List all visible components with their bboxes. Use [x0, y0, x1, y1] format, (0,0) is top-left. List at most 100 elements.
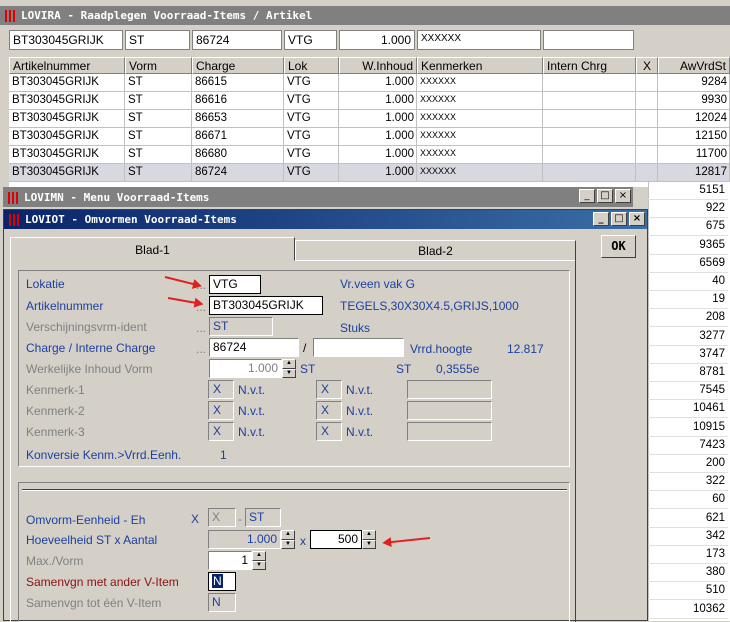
cell-charge: 86671	[195, 130, 227, 142]
kenmerk-x2: X	[316, 380, 342, 399]
right-column-cell: 9365	[648, 237, 728, 255]
samenvgn-label: Samenvgn met ander V-Item	[26, 575, 179, 589]
charge-input[interactable]: 86724	[209, 338, 299, 357]
kenmerk-n2: N.v.t.	[346, 425, 374, 439]
cell-inhoud: 1.000	[385, 148, 414, 160]
filter-charge[interactable]: 86724	[192, 30, 282, 50]
verschijning-label: Verschijningsvrm-ident	[26, 320, 147, 334]
main-window-title: LOVIRA - Raadplegen Voorraad-Items / Art…	[21, 9, 313, 22]
right-column-cell: 19	[648, 291, 728, 310]
col-header-vorm[interactable]: Vorm	[125, 57, 192, 74]
tab-blad-1[interactable]: Blad-1	[10, 237, 295, 261]
werkelijke-input[interactable]: 1.000	[209, 359, 282, 378]
right-column-cell: 3277	[648, 328, 728, 346]
vrrd-hoogte-label: Vrrd.hoogte	[410, 342, 473, 356]
cell-intern	[543, 164, 636, 182]
filter-inhoud[interactable]: 1.000	[339, 30, 415, 50]
samenvgn-een-label: Samenvgn tot één V-Item	[26, 596, 162, 610]
kenmerk-extra-field	[407, 401, 492, 420]
kenmerk-n1: N.v.t.	[238, 383, 266, 397]
max-vorm-spinner[interactable]: ▲ ▼	[252, 551, 266, 570]
cell-x	[636, 92, 658, 110]
werkelijke-value2: 0,3555e	[436, 362, 480, 376]
column-gridline	[191, 74, 192, 182]
close-button[interactable]: ×	[615, 189, 631, 203]
kenmerk-n2: N.v.t.	[346, 383, 374, 397]
col-header-intern-chrg[interactable]: Intern Chrg	[543, 57, 636, 74]
kenmerk-extra-field	[407, 380, 492, 399]
col-header-awvrdst[interactable]: AwVrdSt	[658, 57, 730, 74]
filter-artikel[interactable]: BT303045GRIJK	[9, 30, 123, 50]
samenvgn-input[interactable]: N	[208, 572, 236, 591]
artikel-input[interactable]: BT303045GRIJK	[209, 296, 323, 315]
intern-charge-input[interactable]	[313, 338, 404, 357]
col-header-winhoud[interactable]: W.Inhoud	[339, 57, 417, 74]
kenmerk-x2: X	[316, 422, 342, 441]
cell-x	[636, 164, 658, 182]
row-gridline	[9, 181, 730, 182]
cell-vorm: ST	[128, 148, 143, 160]
filter-lok[interactable]: VTG	[284, 30, 337, 50]
kenmerk-label: Kenmerk-2	[26, 404, 85, 418]
col-header-x[interactable]: X	[636, 57, 658, 74]
aantal-input[interactable]: 500	[310, 530, 362, 549]
cell-inhoud: 1.000	[385, 76, 414, 88]
filter-vorm[interactable]: ST	[125, 30, 190, 50]
cell-charge: 86653	[195, 112, 227, 124]
konversie-value: 1	[220, 448, 227, 462]
minimize-button[interactable]: _	[593, 212, 609, 226]
maximize-button[interactable]: □	[597, 189, 613, 203]
max-vorm-input[interactable]: 1	[208, 551, 252, 570]
right-column-cell: 7423	[648, 437, 728, 455]
close-button[interactable]: ×	[629, 212, 645, 226]
cell-artikel: BT303045GRIJK	[12, 130, 99, 142]
cell-vorm: ST	[128, 166, 143, 178]
cell-kenmerken: XXXXXX	[420, 76, 457, 86]
kenmerk-n1: N.v.t.	[238, 404, 266, 418]
cell-charge: 86724	[195, 166, 227, 178]
werkelijke-unit: ST	[300, 362, 316, 376]
right-column-cell: 380	[648, 564, 728, 583]
right-column-cell: 208	[648, 309, 728, 328]
verschijning-dots: ...	[196, 321, 207, 335]
verschijning-desc: Stuks	[340, 321, 371, 335]
tab-blad-2[interactable]: Blad-2	[295, 240, 576, 261]
cell-inhoud: 1.000	[385, 166, 414, 178]
ok-button[interactable]: OK	[601, 235, 636, 258]
werkelijke-spinner[interactable]: ▲ ▼	[282, 359, 296, 378]
cell-vorm: ST	[128, 130, 143, 142]
cell-lok: VTG	[287, 94, 311, 106]
cell-awvrdst: 9930	[701, 94, 727, 106]
hoeveelheid-spinner[interactable]: ▲ ▼	[281, 530, 295, 549]
lokatie-label: Lokatie	[26, 277, 65, 291]
omvormen-dialog: LOVIOT - Omvormen Voorraad-Items _ □ × B…	[3, 209, 648, 622]
aantal-spinner[interactable]: ▲ ▼	[362, 530, 376, 549]
column-gridline	[657, 74, 658, 182]
col-header-charge[interactable]: Charge	[192, 57, 284, 74]
omvorm-x-label: X	[191, 512, 200, 526]
cell-charge: 86680	[195, 148, 227, 160]
menu-window-buttons: _ □ ×	[579, 189, 631, 203]
cell-kenmerken: XXXXXX	[420, 94, 457, 104]
maximize-button[interactable]: □	[611, 212, 627, 226]
col-header-artikelnummer[interactable]: Artikelnummer	[9, 57, 125, 74]
right-column-cell: 10461	[648, 400, 728, 419]
kenmerk-x2: X	[316, 401, 342, 420]
cell-lok: VTG	[287, 166, 311, 178]
minimize-button[interactable]: _	[579, 189, 595, 203]
column-gridline	[338, 74, 339, 182]
ok-button-label: OK	[611, 239, 626, 253]
right-column-cell: 7545	[648, 382, 728, 401]
cell-vorm: ST	[128, 94, 143, 106]
filter-kenmerken[interactable]: XXXXXX	[417, 30, 541, 50]
right-column-cell: 60	[648, 491, 728, 510]
lokatie-input[interactable]: VTG	[209, 275, 261, 294]
kenmerk-n1: N.v.t.	[238, 425, 266, 439]
col-header-kenmerken[interactable]: Kenmerken	[417, 57, 543, 74]
max-vorm-label: Max./Vorm	[26, 554, 84, 568]
col-header-lok[interactable]: Lok	[284, 57, 339, 74]
right-column-cell: 3747	[648, 346, 728, 364]
filter-intern[interactable]	[543, 30, 634, 50]
cell-x	[636, 110, 658, 128]
right-column-cell: 8781	[648, 364, 728, 382]
